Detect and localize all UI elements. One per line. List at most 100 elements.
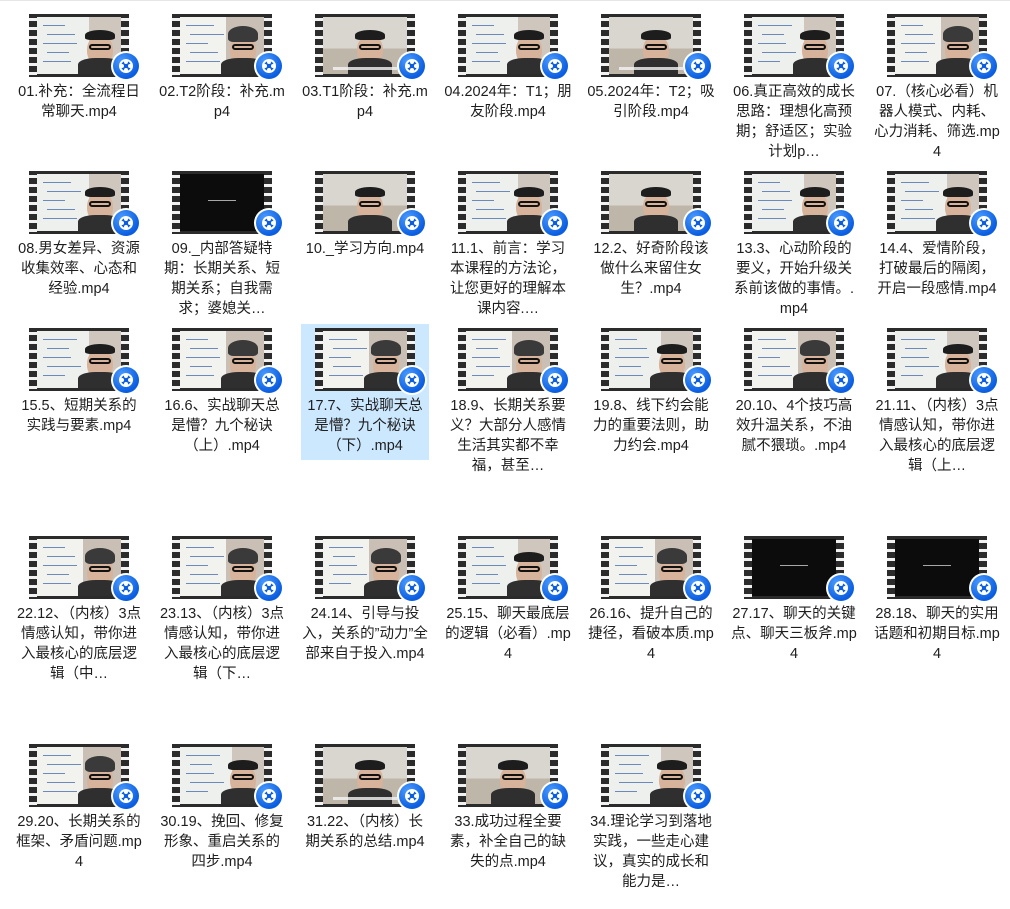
- video-file-item[interactable]: 08.男女差异、资源收集效率、心态和经验.mp4: [15, 157, 143, 323]
- film-perforation-left: [315, 328, 323, 391]
- video-file-item[interactable]: 07.（核心必看）机器人模式、内耗、心力消耗、筛选.mp4: [873, 0, 1001, 166]
- film-perforation-left: [744, 328, 752, 391]
- video-frame: [895, 331, 979, 388]
- video-file-item[interactable]: 10._学习方向.mp4: [301, 157, 429, 323]
- video-frame: [180, 539, 264, 596]
- video-frame: [609, 17, 693, 74]
- video-file-item[interactable]: 25.15、聊天最底层的逻辑（必看）.mp4: [444, 522, 572, 692]
- video-player-icon: [111, 51, 141, 81]
- video-frame: [466, 539, 550, 596]
- video-thumbnail: [17, 744, 141, 811]
- file-name-label: 11.1、前言：学习本课程的方法论，让您更好的理解本课内容.…: [450, 241, 566, 317]
- video-file-item[interactable]: 17.7、实战聊天总是懵？九个秘诀（下）.mp4: [301, 324, 429, 460]
- film-perforation-left: [29, 328, 37, 391]
- file-name-label: 01.补充：全流程日常聊天.mp4: [18, 84, 140, 120]
- video-file-item[interactable]: 15.5、短期关系的实践与要素.mp4: [15, 314, 143, 460]
- file-name-label: 04.2024年：T1；朋友阶段.mp4: [444, 84, 572, 120]
- video-file-item[interactable]: 13.3、心动阶段的要义，开始升级关系前该做的事情。.mp4: [730, 157, 858, 323]
- file-name-label: 05.2024年：T2；吸引阶段.mp4: [587, 84, 715, 120]
- video-file-item[interactable]: 34.理论学习到落地实践，一些走心建议，真实的成长和能力是…: [587, 730, 715, 906]
- file-name-label: 23.13、（内核）3点情感认知，带你进入最核心的底层逻辑（下…: [159, 606, 285, 682]
- film-perforation-left: [172, 328, 180, 391]
- file-grid: 01.补充：全流程日常聊天.mp4 02.T2阶段：补充.mp4 03.T1阶段：补…: [0, 0, 1010, 909]
- film-perforation-left: [315, 14, 323, 77]
- film-perforation-left: [29, 536, 37, 599]
- video-thumbnail: [732, 14, 856, 81]
- video-player-icon: [969, 51, 999, 81]
- video-thumbnail: [160, 14, 284, 81]
- video-file-item[interactable]: 14.4、爱情阶段，打破最后的隔阂，开启一段感情.mp4: [873, 157, 1001, 323]
- video-frame: [752, 539, 836, 596]
- video-frame: [466, 17, 550, 74]
- video-player-icon: [540, 781, 570, 811]
- video-player-icon: [111, 208, 141, 238]
- video-file-item[interactable]: 19.8、线下约会能力的重要法则，助力约会.mp4: [587, 314, 715, 460]
- video-player-icon: [254, 781, 284, 811]
- video-file-item[interactable]: 11.1、前言：学习本课程的方法论，让您更好的理解本课内容.…: [444, 157, 572, 323]
- video-thumbnail: [446, 328, 570, 395]
- video-frame: [37, 331, 121, 388]
- video-file-item[interactable]: 09._内部答疑特期：长期关系、短期关系；自我需求；婆媳关…: [158, 157, 286, 323]
- file-name-label: 30.19、挽回、修复形象、重启关系的四步.mp4: [160, 814, 284, 870]
- video-file-item[interactable]: 31.22、（内核）长期关系的总结.mp4: [301, 730, 429, 906]
- file-name-label: 26.16、提升自己的捷径，看破本质.mp4: [588, 606, 714, 662]
- video-file-item[interactable]: 16.6、实战聊天总是懵？九个秘诀（上）.mp4: [158, 314, 286, 460]
- video-thumbnail: [303, 14, 427, 81]
- video-thumbnail: [303, 171, 427, 238]
- video-thumbnail: [303, 536, 427, 603]
- video-file-item[interactable]: 27.17、聊天的关键点、聊天三板斧.mp4: [730, 522, 858, 692]
- film-perforation-left: [315, 171, 323, 234]
- file-name-label: 33.成功过程全要素，补全自己的缺失的点.mp4: [450, 814, 566, 870]
- video-player-icon: [397, 208, 427, 238]
- video-thumbnail: [17, 171, 141, 238]
- film-perforation-left: [887, 14, 895, 77]
- video-frame: [37, 539, 121, 596]
- video-player-icon: [969, 573, 999, 603]
- film-perforation-left: [458, 14, 466, 77]
- video-file-item[interactable]: 18.9、长期关系要义？大部分人感情生活其实都不幸福，甚至…: [444, 314, 572, 474]
- video-file-item[interactable]: 24.14、引导与投入，关系的”动力”全部来自于投入.mp4: [301, 522, 429, 692]
- video-thumbnail: [732, 328, 856, 395]
- film-perforation-left: [458, 536, 466, 599]
- video-file-item[interactable]: 20.10、4个技巧高效升温关系，不油腻不猥琐。.mp4: [730, 314, 858, 460]
- video-frame: [37, 17, 121, 74]
- video-thumbnail: [160, 536, 284, 603]
- video-player-icon: [683, 208, 713, 238]
- video-file-item[interactable]: 12.2、好奇阶段该做什么来留住女生？.mp4: [587, 157, 715, 323]
- video-file-item[interactable]: 04.2024年：T1；朋友阶段.mp4: [444, 0, 572, 166]
- video-player-icon: [683, 365, 713, 395]
- video-thumbnail: [446, 14, 570, 81]
- file-name-label: 24.14、引导与投入，关系的”动力”全部来自于投入.mp4: [302, 606, 428, 662]
- video-file-item[interactable]: 26.16、提升自己的捷径，看破本质.mp4: [587, 522, 715, 692]
- video-file-item[interactable]: 05.2024年：T2；吸引阶段.mp4: [587, 0, 715, 166]
- video-file-item[interactable]: 01.补充：全流程日常聊天.mp4: [15, 0, 143, 166]
- video-file-item[interactable]: 30.19、挽回、修复形象、重启关系的四步.mp4: [158, 730, 286, 906]
- video-file-item[interactable]: 03.T1阶段：补充.mp4: [301, 0, 429, 166]
- file-name-label: 10._学习方向.mp4: [305, 241, 425, 257]
- video-frame: [609, 539, 693, 596]
- video-file-item[interactable]: 22.12、（内核）3点情感认知，带你进入最核心的底层逻辑（中…: [15, 522, 143, 692]
- file-name-label: 16.6、实战聊天总是懵？九个秘诀（上）.mp4: [164, 398, 280, 454]
- video-file-item[interactable]: 33.成功过程全要素，补全自己的缺失的点.mp4: [444, 730, 572, 906]
- video-frame: [323, 747, 407, 804]
- video-player-icon: [683, 51, 713, 81]
- file-name-label: 13.3、心动阶段的要义，开始升级关系前该做的事情。.mp4: [733, 241, 855, 317]
- video-file-item[interactable]: 06.真正高效的成长思路：理想化高预期；舒适区；实验计划p…: [730, 0, 858, 166]
- video-player-icon: [540, 208, 570, 238]
- film-perforation-left: [458, 328, 466, 391]
- film-perforation-left: [458, 171, 466, 234]
- video-frame: [180, 747, 264, 804]
- video-file-item[interactable]: 23.13、（内核）3点情感认知，带你进入最核心的底层逻辑（下…: [158, 522, 286, 692]
- video-player-icon: [826, 365, 856, 395]
- video-file-item[interactable]: 21.11、（内核）3点情感认知，带你进入最核心的底层逻辑（上…: [873, 314, 1001, 474]
- film-perforation-left: [458, 744, 466, 807]
- video-player-icon: [397, 51, 427, 81]
- video-thumbnail: [732, 171, 856, 238]
- video-file-item[interactable]: 02.T2阶段：补充.mp4: [158, 0, 286, 166]
- video-thumbnail: [589, 14, 713, 81]
- video-file-item[interactable]: 28.18、聊天的实用话题和初期目标.mp4: [873, 522, 1001, 692]
- video-file-item[interactable]: 29.20、长期关系的框架、矛盾问题.mp4: [15, 730, 143, 906]
- file-name-label: 12.2、好奇阶段该做什么来留住女生？.mp4: [593, 241, 709, 297]
- video-thumbnail: [17, 536, 141, 603]
- video-thumbnail: [446, 171, 570, 238]
